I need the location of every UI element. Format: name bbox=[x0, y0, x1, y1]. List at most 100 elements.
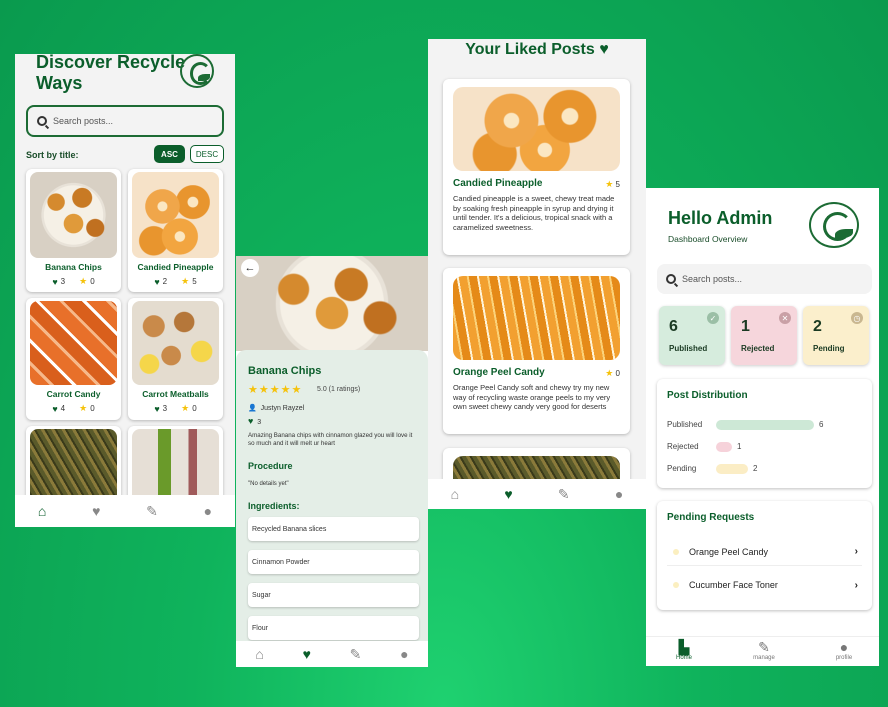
ingredient-item: Sugar bbox=[248, 583, 419, 607]
star-icon: ★ bbox=[79, 276, 88, 286]
edit-icon[interactable]: ✎ bbox=[350, 646, 362, 663]
sort-asc-button[interactable]: ASC bbox=[154, 145, 185, 163]
app-logo-icon bbox=[809, 202, 859, 248]
stat-card-published[interactable]: 6 Published ✓ bbox=[659, 306, 725, 365]
panel-title: Pending Requests bbox=[667, 512, 755, 523]
page-title: Discover Recycle Ways bbox=[36, 54, 186, 93]
bar-rejected bbox=[716, 442, 732, 452]
post-title: Orange Peel Candy bbox=[453, 367, 545, 378]
post-description: Orange Peel Candy soft and chewy try my … bbox=[453, 383, 611, 411]
post-image bbox=[30, 301, 117, 385]
nav-home[interactable]: ▙ Home bbox=[664, 639, 704, 662]
clock-icon: ◷ bbox=[851, 312, 863, 324]
bottom-nav: ⌂ ♥ ✎ ● bbox=[428, 479, 646, 509]
discover-screen: Discover Recycle Ways Search posts... So… bbox=[15, 54, 235, 527]
post-title: Carrot Candy bbox=[46, 389, 101, 399]
home-icon[interactable]: ⌂ bbox=[38, 503, 46, 519]
bar-label: Pending bbox=[667, 464, 697, 473]
home-icon[interactable]: ⌂ bbox=[451, 486, 459, 502]
chevron-right-icon: › bbox=[854, 579, 858, 591]
check-icon: ✓ bbox=[707, 312, 719, 324]
search-icon bbox=[666, 274, 676, 284]
post-title: Banana Chips bbox=[45, 262, 102, 272]
post-image bbox=[30, 172, 117, 258]
panel-title: Post Distribution bbox=[667, 390, 748, 401]
status-dot-icon bbox=[673, 582, 679, 588]
post-card[interactable] bbox=[128, 426, 223, 506]
post-title: Candied Pineapple bbox=[453, 178, 543, 189]
post-card[interactable]: Candied Pineapple ♥ 2 ★ 5 bbox=[128, 169, 223, 292]
post-card[interactable]: Carrot Meatballs ♥ 3 ★ 0 bbox=[128, 298, 223, 420]
page-title: Hello Admin bbox=[668, 208, 773, 228]
stat-card-rejected[interactable]: 1 Rejected ✕ bbox=[731, 306, 797, 365]
post-title: Banana Chips bbox=[248, 365, 322, 377]
rating-stars-icon[interactable]: ★★★★★ bbox=[248, 383, 302, 396]
profile-icon[interactable]: ● bbox=[615, 486, 623, 502]
post-card[interactable] bbox=[26, 426, 121, 506]
post-image bbox=[453, 87, 620, 171]
post-title: Candied Pineapple bbox=[137, 262, 214, 272]
author: 👤 Justyn Rayzel bbox=[248, 405, 305, 412]
profile-icon[interactable]: ● bbox=[400, 646, 408, 662]
rating-text: 5.0 (1 ratings) bbox=[317, 386, 361, 393]
sort-label: Sort by title: bbox=[26, 150, 79, 160]
star-icon: ★ bbox=[181, 276, 190, 286]
post-card[interactable]: Carrot Candy ♥ 4 ★ 0 bbox=[26, 298, 121, 420]
bar-value: 6 bbox=[819, 420, 824, 429]
star-icon: ★ bbox=[181, 403, 190, 413]
bottom-nav: ⌂ ♥ ✎ ● bbox=[236, 641, 428, 667]
post-title: Carrot Meatballs bbox=[142, 389, 209, 399]
heart-icon[interactable]: ♥ bbox=[248, 416, 253, 426]
user-icon: 👤 bbox=[248, 405, 257, 412]
pending-requests-panel: Pending Requests Orange Peel Candy › Cuc… bbox=[657, 501, 872, 610]
liked-post-card[interactable]: Candied Pineapple ★ 5 Candied pineapple … bbox=[443, 79, 630, 255]
bottom-nav: ▙ Home ✎ manage ● profile bbox=[646, 636, 879, 666]
admin-dashboard-screen: Hello Admin Dashboard Overview Search po… bbox=[646, 188, 879, 666]
post-description: Candied pineapple is a sweet, chewy trea… bbox=[453, 194, 615, 232]
likes: ♥ 3 bbox=[248, 416, 262, 426]
bar-pending bbox=[716, 464, 748, 474]
edit-icon[interactable]: ✎ bbox=[558, 486, 570, 503]
detail-panel: Banana Chips ★★★★★ 5.0 (1 ratings) 👤 Jus… bbox=[236, 350, 428, 667]
ingredient-item: Flour bbox=[248, 616, 419, 640]
star-icon: ★ bbox=[605, 179, 614, 189]
post-card[interactable]: Banana Chips ♥ 3 ★ 0 bbox=[26, 169, 121, 292]
chevron-right-icon: › bbox=[854, 546, 858, 557]
procedure-text: "No details yet" bbox=[248, 481, 289, 487]
factory-icon: ▙ bbox=[678, 639, 690, 655]
bar-value: 2 bbox=[753, 464, 758, 473]
heart-icon[interactable]: ♥ bbox=[92, 503, 100, 519]
post-image bbox=[132, 172, 219, 258]
stat-card-pending[interactable]: 2 Pending ◷ bbox=[803, 306, 869, 365]
nav-manage[interactable]: ✎ manage bbox=[744, 639, 784, 662]
pending-request-item[interactable]: Cucumber Face Toner › bbox=[667, 571, 862, 599]
heart-icon: ♥ bbox=[154, 276, 160, 287]
procedure-heading: Procedure bbox=[248, 461, 293, 471]
heart-icon: ♥ bbox=[154, 403, 160, 414]
nav-profile[interactable]: ● profile bbox=[824, 639, 864, 662]
star-icon: ★ bbox=[79, 403, 88, 413]
edit-icon[interactable]: ✎ bbox=[146, 503, 158, 520]
profile-icon: ● bbox=[839, 639, 849, 655]
ingredient-item: Cinnamon Powder bbox=[248, 550, 419, 574]
heart-icon[interactable]: ♥ bbox=[303, 646, 311, 662]
page-title: Your Liked Posts ♥ bbox=[465, 41, 609, 58]
post-image bbox=[453, 276, 620, 360]
search-input[interactable]: Search posts... bbox=[657, 264, 872, 294]
app-logo-icon bbox=[180, 54, 214, 88]
bar-label: Rejected bbox=[667, 442, 699, 451]
post-description: Amazing Banana chips with cinnamon glaze… bbox=[248, 432, 413, 447]
back-arrow-icon[interactable]: ← bbox=[241, 259, 259, 277]
bar-published bbox=[716, 420, 814, 430]
search-input[interactable]: Search posts... bbox=[26, 105, 224, 137]
bottom-nav: ⌂ ♥ ✎ ● bbox=[15, 495, 235, 527]
sort-desc-button[interactable]: DESC bbox=[190, 145, 224, 163]
pending-request-item[interactable]: Orange Peel Candy › bbox=[667, 538, 862, 566]
post-hero-image bbox=[236, 256, 428, 351]
edit-icon: ✎ bbox=[758, 639, 770, 655]
profile-icon[interactable]: ● bbox=[204, 503, 212, 519]
close-icon: ✕ bbox=[779, 312, 791, 324]
liked-post-card[interactable]: Orange Peel Candy ★ 0 Orange Peel Candy … bbox=[443, 268, 630, 434]
home-icon[interactable]: ⌂ bbox=[255, 646, 263, 662]
heart-icon[interactable]: ♥ bbox=[504, 486, 512, 502]
